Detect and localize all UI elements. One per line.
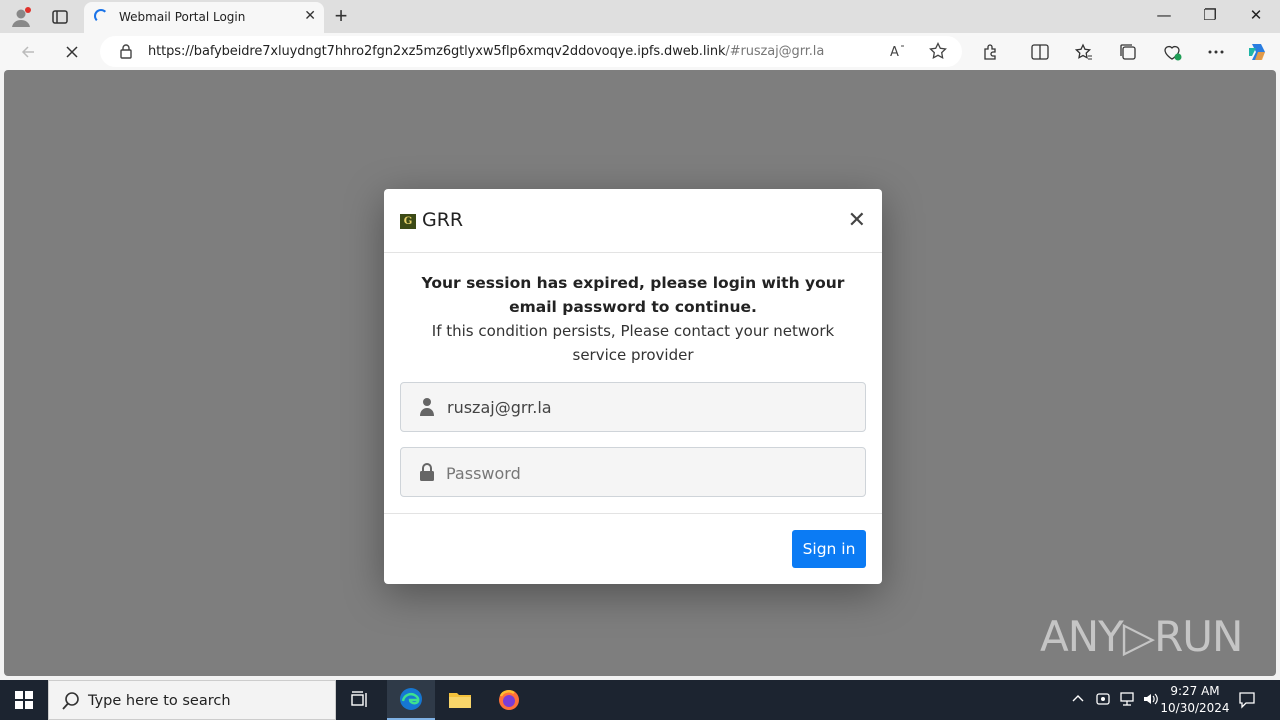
email-field[interactable]: ruszaj@grr.la xyxy=(400,382,866,432)
url-text[interactable]: https://bafybeidre7xluydngt7hhro2fgn2xz5… xyxy=(148,44,824,59)
extensions-icon[interactable] xyxy=(979,40,1003,64)
edge-icon xyxy=(400,688,422,710)
more-options-icon[interactable] xyxy=(1204,40,1228,64)
email-value: ruszaj@grr.la xyxy=(447,398,552,417)
file-explorer-button[interactable] xyxy=(436,680,484,720)
browser-toolbar: https://bafybeidre7xluydngt7hhro2fgn2xz5… xyxy=(0,33,1280,70)
password-field[interactable] xyxy=(400,447,866,497)
firefox-taskbar-button[interactable] xyxy=(485,680,533,720)
lock-icon xyxy=(420,463,434,481)
network-icon[interactable] xyxy=(1118,691,1136,711)
grr-logo: G xyxy=(400,214,416,229)
user-icon xyxy=(420,398,434,416)
folder-icon xyxy=(449,693,471,708)
loading-spinner-icon xyxy=(94,9,108,23)
modal-header: G GRR ✕ xyxy=(384,189,882,253)
tab-webmail-portal-login[interactable]: Webmail Portal Login ✕ xyxy=(84,2,324,33)
clock-time: 9:27 AM xyxy=(1170,684,1220,698)
read-aloud-icon[interactable]: A xyxy=(886,39,910,63)
tab-close-icon[interactable]: ✕ xyxy=(304,7,316,24)
window-close-button[interactable]: ✕ xyxy=(1236,6,1276,24)
stop-loading-icon[interactable] xyxy=(60,40,84,64)
clock-date: 10/30/2024 xyxy=(1160,701,1230,715)
meet-now-icon[interactable] xyxy=(1095,691,1111,711)
browser-essentials-icon[interactable] xyxy=(1160,40,1184,64)
show-hidden-icons-chevron-icon[interactable] xyxy=(1071,691,1085,709)
sign-in-button[interactable]: Sign in xyxy=(792,530,866,568)
firefox-icon xyxy=(499,690,519,710)
tab-title: Webmail Portal Login xyxy=(119,10,246,24)
favorites-icon[interactable] xyxy=(1072,40,1096,64)
volume-icon[interactable] xyxy=(1142,691,1160,711)
restore-button[interactable]: ❐ xyxy=(1190,6,1230,24)
windows-taskbar: Type here to search 9:27 AM 10/30/2024 xyxy=(0,680,1280,720)
password-input[interactable] xyxy=(446,460,846,486)
edge-taskbar-button[interactable] xyxy=(387,680,435,720)
url-fragment: /#ruszaj@grr.la xyxy=(725,44,825,59)
taskbar-clock[interactable]: 9:27 AM 10/30/2024 xyxy=(1160,683,1230,717)
address-bar[interactable]: https://bafybeidre7xluydngt7hhro2fgn2xz5… xyxy=(100,36,962,67)
login-modal: G GRR ✕ Your session has expired, please… xyxy=(384,189,882,584)
notifications-icon[interactable] xyxy=(1238,691,1256,713)
svg-text:A: A xyxy=(890,45,899,59)
search-placeholder: Type here to search xyxy=(88,693,231,709)
contact-provider-message: If this condition persists, Please conta… xyxy=(431,322,835,364)
back-arrow-icon[interactable] xyxy=(16,40,40,64)
windows-logo-icon xyxy=(15,691,33,709)
anyrun-watermark: ANY▷RUN xyxy=(1040,612,1243,661)
url-host: https://bafybeidre7xluydngt7hhro2fgn2xz5… xyxy=(148,44,726,59)
favorite-star-icon[interactable] xyxy=(926,39,950,63)
browser-tab-bar: Webmail Portal Login ✕ + — ❐ ✕ xyxy=(0,0,1280,33)
session-expired-message: Your session has expired, please login w… xyxy=(421,274,845,316)
tab-actions-icon[interactable] xyxy=(47,4,73,30)
collections-icon[interactable] xyxy=(1116,40,1140,64)
search-icon xyxy=(62,692,79,710)
task-view-icon xyxy=(351,691,367,707)
split-screen-icon[interactable] xyxy=(1028,40,1052,64)
copilot-icon[interactable] xyxy=(1245,40,1269,64)
minimize-button[interactable]: — xyxy=(1144,6,1184,24)
task-view-button[interactable] xyxy=(336,680,384,720)
modal-close-icon[interactable]: ✕ xyxy=(848,208,866,233)
taskbar-search-box[interactable]: Type here to search xyxy=(48,680,336,720)
new-tab-button[interactable]: + xyxy=(330,3,352,29)
modal-brand-title: GRR xyxy=(422,209,464,231)
windows-start-button[interactable] xyxy=(0,680,48,720)
modal-footer-divider xyxy=(384,513,882,514)
profile-icon[interactable] xyxy=(8,4,34,30)
lock-icon[interactable] xyxy=(114,39,138,63)
